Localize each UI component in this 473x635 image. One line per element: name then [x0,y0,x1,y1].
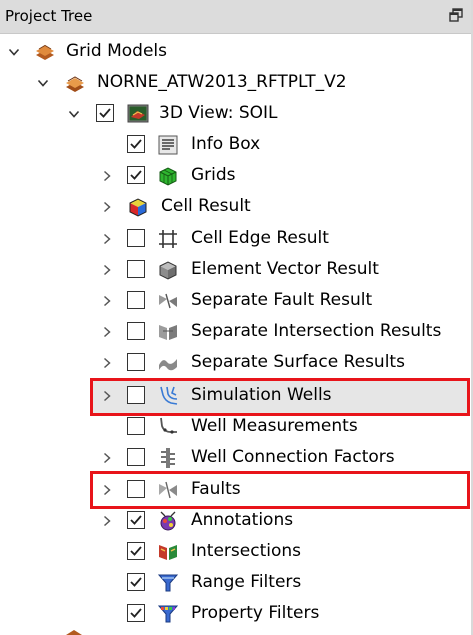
info-box-icon [158,135,178,155]
well-connection-icon [161,448,175,468]
intersections-checkbox[interactable] [127,542,145,560]
tree-label-cell-edge-result: Cell Edge Result [191,228,329,248]
well-measurements-icon [160,417,177,434]
tree-node-case[interactable]: NORNE_ATW2013_RFTPLT_V2 [0,68,471,99]
eclipse-case-icon [66,76,84,92]
intersection-result-icon [159,325,177,340]
annotations-icon [160,511,176,531]
well-connection-factors-checkbox[interactable] [127,448,145,466]
tree-node-cell-result[interactable]: Cell Result [0,192,471,223]
cell-result-icon [129,198,147,217]
cell-edge-icon [159,230,177,248]
tree-label-cell-result: Cell Result [161,196,251,216]
tree-node-intersections[interactable]: Intersections [0,537,471,568]
tree-label-element-vector-result: Element Vector Result [191,259,379,279]
tree-label-info-box: Info Box [191,134,261,154]
grids-checkbox[interactable] [127,166,145,184]
view-visibility-checkbox[interactable] [96,104,114,122]
chevron-right-icon[interactable] [101,295,113,307]
tree-node-well-connection-factors[interactable]: Well Connection Factors [0,443,471,474]
simulation-wells-highlight-box [90,378,470,416]
tree-label-well-connection-factors: Well Connection Factors [191,447,395,467]
tree-node-well-measurements[interactable]: Well Measurements [0,412,471,443]
scroll-continuation [0,629,471,635]
chevron-right-icon[interactable] [101,357,113,369]
intersections-icon [159,545,177,560]
tree-label-separate-fault-result: Separate Fault Result [191,290,373,310]
property-filters-checkbox[interactable] [127,604,145,622]
range-filters-checkbox[interactable] [127,573,145,591]
grids-icon [159,167,177,186]
chevron-right-icon[interactable] [101,452,113,464]
element-vector-icon [159,261,177,280]
tree-node-separate-fault-result[interactable]: Separate Fault Result [0,286,471,317]
chevron-down-icon[interactable] [37,77,49,89]
separate-surface-results-checkbox[interactable] [127,353,145,371]
panel-title: Project Tree [5,7,93,25]
tree-label-separate-intersection-results: Separate Intersection Results [191,321,442,341]
tree-label-3d-view: 3D View: SOIL [159,103,278,123]
surface-result-icon [159,359,177,371]
tree-node-3d-view[interactable]: 3D View: SOIL [0,99,471,130]
tree-node-annotations[interactable]: Annotations [0,506,471,537]
chevron-right-icon[interactable] [101,515,113,527]
tree-node-range-filters[interactable]: Range Filters [0,568,471,599]
tree-node-separate-intersection-results[interactable]: Separate Intersection Results [0,317,471,348]
fault-result-icon [159,293,177,309]
float-window-icon[interactable] [449,8,463,22]
project-tree-panel: Project Tree Grid Models NORNE_ATW2013_R… [0,0,473,635]
tree-label-separate-surface-results: Separate Surface Results [191,352,405,372]
chevron-down-icon[interactable] [68,108,80,120]
tree-label-intersections: Intersections [191,541,301,561]
element-vector-result-checkbox[interactable] [127,260,145,278]
property-filter-icon [157,605,179,623]
tree-label-range-filters: Range Filters [191,572,302,592]
tree-label-grid-models: Grid Models [66,41,167,61]
tree-node-property-filters[interactable]: Property Filters [0,599,471,630]
tree-label-case: NORNE_ATW2013_RFTPLT_V2 [97,72,347,92]
tree-label-well-measurements: Well Measurements [191,416,358,436]
separate-intersection-results-checkbox[interactable] [127,322,145,340]
chevron-right-icon[interactable] [101,326,113,338]
tree-label-property-filters: Property Filters [191,603,320,623]
tree-node-element-vector-result[interactable]: Element Vector Result [0,255,471,286]
range-filter-icon [157,574,179,592]
separate-fault-result-checkbox[interactable] [127,291,145,309]
tree-label-annotations: Annotations [191,510,294,530]
tree-node-separate-surface-results[interactable]: Separate Surface Results [0,348,471,379]
info-box-checkbox[interactable] [127,135,145,153]
3d-view-icon [127,104,149,123]
panel-titlebar: Project Tree [0,0,471,34]
tree-node-grids[interactable]: Grids [0,161,471,192]
cell-edge-result-checkbox[interactable] [127,229,145,247]
chevron-right-icon[interactable] [101,201,113,213]
tree-node-info-box[interactable]: Info Box [0,130,471,161]
well-measurements-checkbox[interactable] [127,417,145,435]
chevron-right-icon[interactable] [101,233,113,245]
annotations-checkbox[interactable] [127,511,145,529]
chevron-right-icon[interactable] [101,170,113,182]
tree-node-grid-models[interactable]: Grid Models [0,37,471,68]
faults-highlight-box [90,471,470,509]
partial-item-icon [66,630,82,635]
tree-label-grids: Grids [191,165,236,185]
chevron-down-icon[interactable] [8,46,20,58]
tree-node-cell-edge-result[interactable]: Cell Edge Result [0,224,471,255]
chevron-right-icon[interactable] [101,264,113,276]
grid-models-icon [36,44,54,60]
